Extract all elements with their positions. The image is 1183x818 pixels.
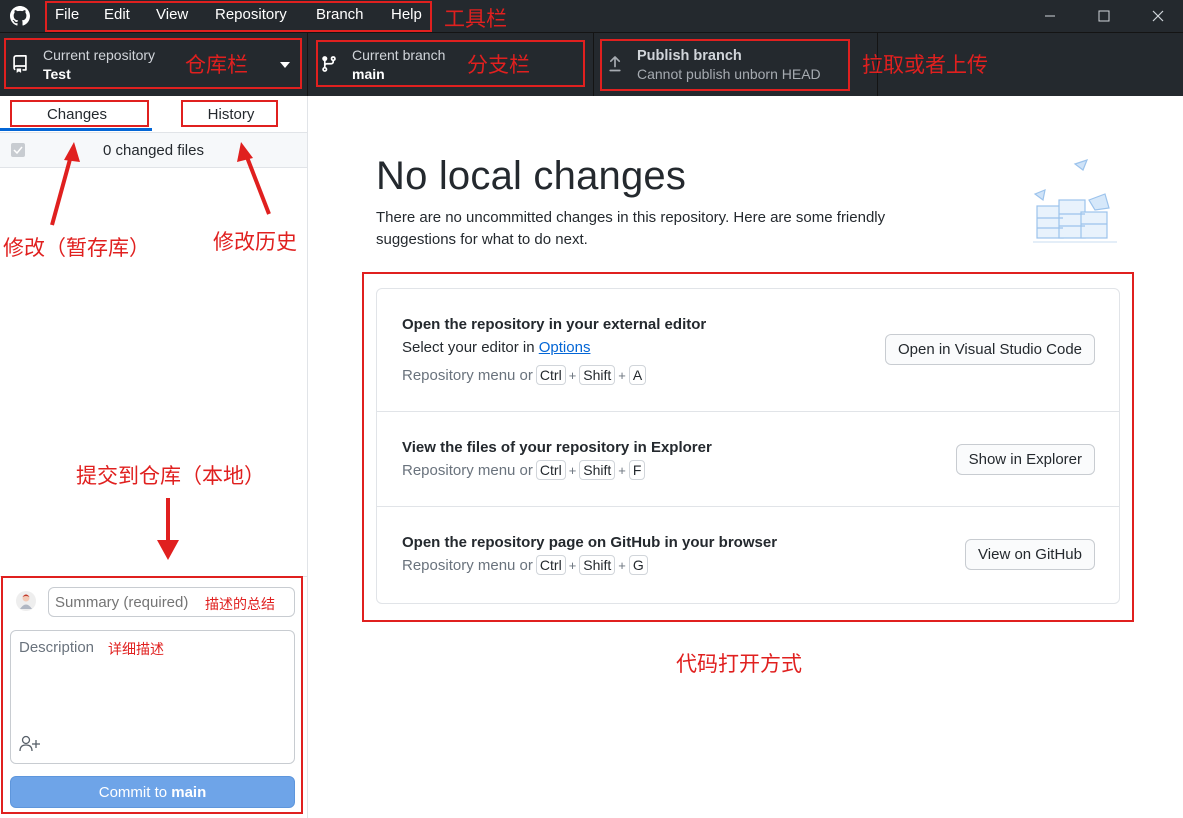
annotation-arrow-commit	[157, 498, 179, 560]
annotation-box-branch	[316, 40, 585, 87]
annotation-menu: 工具栏	[444, 7, 507, 31]
annotation-arrow-changes	[50, 142, 80, 226]
annotation-description: 详细描述	[108, 642, 164, 658]
annotation-box-publish	[600, 39, 850, 91]
minimize-icon	[1045, 15, 1055, 17]
tab-active-indicator	[0, 128, 152, 131]
annotation-repo: 仓库栏	[185, 53, 248, 77]
annotation-arrow-history	[237, 142, 271, 215]
page-title: No local changes	[376, 154, 687, 198]
annotation-box-repo	[4, 38, 302, 89]
annotation-summary: 描述的总结	[205, 597, 275, 613]
annotation-box-menu	[45, 1, 432, 32]
annotation-open-code: 代码打开方式	[676, 652, 802, 676]
empty-state-illustration	[1033, 159, 1117, 243]
annotation-changes: 修改（暂存库）	[3, 236, 150, 260]
maximize-icon	[1098, 10, 1110, 22]
annotation-box-changes-tab	[10, 100, 149, 127]
page-subtitle: There are no uncommitted changes in this…	[376, 209, 886, 248]
minimize-button[interactable]	[1027, 0, 1073, 32]
annotation-branch: 分支栏	[467, 53, 530, 77]
close-button[interactable]	[1135, 0, 1181, 32]
annotation-box-history-tab	[181, 100, 278, 127]
maximize-button[interactable]	[1081, 0, 1127, 32]
github-logo-icon	[10, 6, 30, 26]
annotation-box-suggestions	[362, 272, 1134, 622]
annotation-history: 修改历史	[213, 230, 297, 254]
annotation-publish: 拉取或者上传	[862, 53, 988, 77]
annotation-commit: 提交到仓库（本地）	[76, 464, 265, 488]
close-icon	[1152, 10, 1164, 22]
